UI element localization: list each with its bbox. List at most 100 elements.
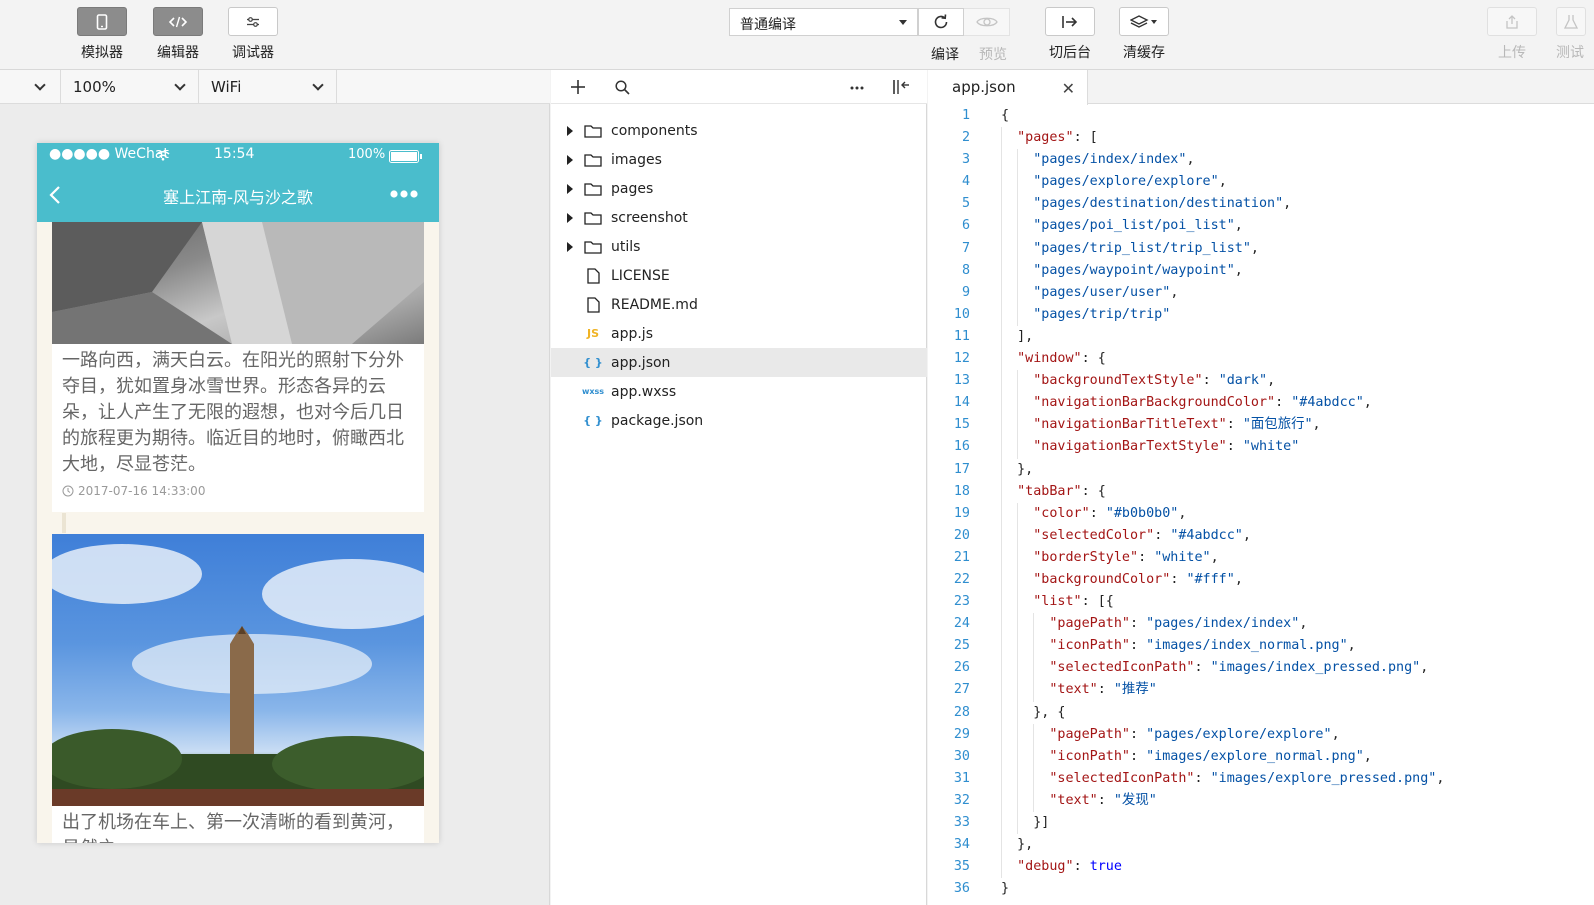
code-line: 27 "text": "推荐": [928, 679, 1594, 702]
editor-toggle-button[interactable]: 编辑器: [148, 7, 208, 62]
code-line-text: },: [1001, 461, 1034, 477]
line-number: 25: [953, 638, 970, 654]
device-select[interactable]: [0, 70, 61, 104]
code-line-text: "selectedColor": "#4abdcc",: [1033, 527, 1251, 543]
code-area[interactable]: 1{2 "pages": [3 "pages/index/index", 4 "p…: [928, 105, 1594, 900]
file-tree-item[interactable]: utils: [551, 232, 927, 261]
line-number: 10: [953, 306, 970, 322]
code-line: 1{: [928, 105, 1594, 127]
code-line-text: ],: [1001, 328, 1034, 344]
file-tree-item[interactable]: components: [551, 116, 927, 145]
file-tree-item[interactable]: JS app.js: [551, 319, 927, 348]
code-line-text: "pages/user/user",: [1033, 284, 1179, 300]
code-line-text: "selectedIconPath": "images/index_presse…: [1049, 660, 1429, 676]
code-icon: [153, 7, 203, 36]
more-options-icon[interactable]: [850, 86, 864, 90]
file-tree-item[interactable]: pages: [551, 174, 927, 203]
tab-app-json[interactable]: app.json ✕: [928, 70, 1088, 105]
search-icon[interactable]: [615, 80, 630, 95]
code-line: 12 "window": {: [928, 348, 1594, 371]
compile-mode-select[interactable]: 普通编译: [729, 8, 918, 36]
airplane-wing-photo: [52, 222, 424, 344]
line-number: 1: [961, 108, 970, 123]
add-icon[interactable]: [571, 80, 585, 94]
feed-card[interactable]: 出了机场在车上、第一次清晰的看到黄河，虽然之: [52, 534, 424, 843]
expand-arrow-icon[interactable]: [567, 125, 573, 136]
preview-button[interactable]: [964, 8, 1010, 36]
file-tree-item[interactable]: wxss app.wxss: [551, 377, 927, 406]
line-number: 26: [953, 660, 970, 676]
code-line-text: "text": "发现": [1049, 792, 1157, 808]
explorer-toolbar: [551, 70, 927, 104]
line-number: 9: [961, 284, 970, 300]
code-line: 36}: [928, 878, 1594, 900]
trip-feed[interactable]: 一路向西，满天白云。在阳光的照射下分外夺目，犹如置身冰雪世界。形态各异的云朵，让…: [37, 222, 439, 843]
upload-button[interactable]: 上传: [1482, 7, 1542, 62]
file-tree-item[interactable]: LICENSE: [551, 261, 927, 290]
line-number: 33: [953, 815, 970, 830]
clock-icon: [62, 485, 74, 497]
code-line-text: "iconPath": "images/explore_normal.png",: [1049, 748, 1372, 764]
close-icon[interactable]: ✕: [1062, 79, 1075, 98]
network-select[interactable]: WiFi: [199, 70, 337, 104]
line-number: 8: [961, 262, 970, 278]
file-tree-item[interactable]: screenshot: [551, 203, 927, 232]
line-number: 28: [953, 704, 970, 720]
background-label: 切后台: [1049, 45, 1091, 61]
test-button[interactable]: 测试: [1556, 7, 1594, 62]
line-number: 18: [953, 483, 970, 499]
card-description: 一路向西，满天白云。在阳光的照射下分外夺目，犹如置身冰雪世界。形态各异的云朵，让…: [62, 350, 404, 475]
file-tree-item[interactable]: images: [551, 145, 927, 174]
code-line: 7 "pages/trip_list/trip_list",: [928, 237, 1594, 260]
clear-cache-label: 清缓存: [1123, 45, 1165, 61]
expand-arrow-icon[interactable]: [567, 241, 573, 252]
debugger-toggle-button[interactable]: 调试器: [223, 7, 283, 62]
file-tree-item[interactable]: { } app.json: [551, 348, 927, 377]
collapse-panel-icon[interactable]: [892, 79, 910, 95]
more-icon[interactable]: [390, 189, 418, 199]
line-number: 19: [953, 505, 970, 521]
code-line-text: "color": "#b0b0b0",: [1033, 505, 1187, 521]
clear-cache-button[interactable]: 清缓存: [1114, 7, 1174, 62]
js-file-icon: JS: [586, 327, 599, 340]
compile-label: 编译: [931, 47, 959, 63]
compile-mode-value: 普通编译: [740, 17, 796, 33]
file-tree-label: screenshot: [611, 209, 688, 226]
editor-tab-strip: app.json ✕: [928, 70, 1594, 105]
chevron-down-icon: [174, 79, 186, 91]
phone-status-bar: ●●●●● WeChat 15:54 100%: [37, 143, 439, 168]
expand-arrow-icon[interactable]: [567, 183, 573, 194]
code-line-text: "pagePath": "pages/index/index",: [1049, 616, 1308, 632]
folder-icon: [583, 123, 603, 139]
expand-arrow-icon[interactable]: [567, 212, 573, 223]
compile-button[interactable]: [918, 8, 964, 36]
code-line-text: "backgroundTextStyle": "dark",: [1033, 373, 1276, 389]
code-line-text: "pages/destination/destination",: [1033, 196, 1292, 212]
folder-icon: [583, 181, 603, 197]
carrier-text: ●●●●● WeChat: [49, 146, 169, 162]
code-line: 4 "pages/explore/explore",: [928, 171, 1594, 194]
simulator-toggle-button[interactable]: 模拟器: [72, 7, 132, 62]
line-number: 16: [953, 439, 970, 455]
line-number: 35: [953, 859, 970, 875]
layers-icon: [1119, 7, 1169, 36]
feed-card[interactable]: 一路向西，满天白云。在阳光的照射下分外夺目，犹如置身冰雪世界。形态各异的云朵，让…: [52, 222, 424, 512]
expand-arrow-icon[interactable]: [567, 154, 573, 165]
upload-label: 上传: [1498, 45, 1526, 61]
file-tree-item[interactable]: README.md: [551, 290, 927, 319]
code-line: 9 "pages/user/user",: [928, 281, 1594, 304]
file-explorer-panel: components images pages screenshot utils LICE…: [551, 70, 927, 905]
file-tree-item[interactable]: { } package.json: [551, 406, 927, 435]
line-number: 2: [961, 130, 970, 146]
code-line-text: "navigationBarTitleText": "面包旅行",: [1033, 417, 1321, 433]
file-tree-label: package.json: [611, 412, 704, 429]
background-button[interactable]: 切后台: [1040, 7, 1100, 62]
code-line-text: "pages/trip_list/trip_list",: [1033, 240, 1259, 256]
clock-text: 15:54: [214, 146, 255, 162]
zoom-select[interactable]: 100%: [61, 70, 199, 104]
line-number: 21: [953, 549, 970, 565]
file-icon: [583, 267, 603, 284]
json-file-icon: { }: [583, 356, 603, 369]
code-line-text: "selectedIconPath": "images/explore_pres…: [1049, 770, 1445, 786]
code-line-text: "iconPath": "images/index_normal.png",: [1049, 638, 1356, 654]
